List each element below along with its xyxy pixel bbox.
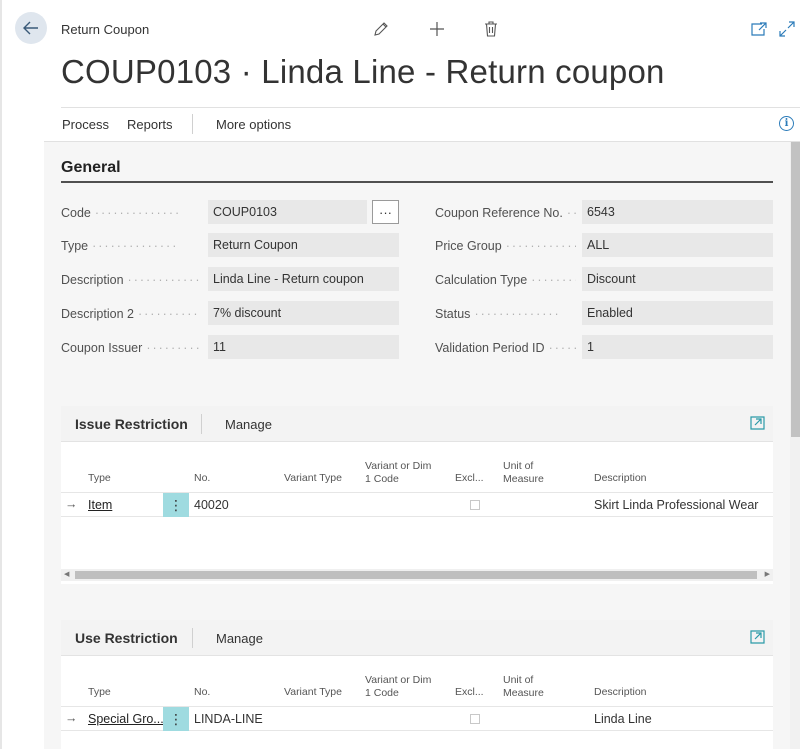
exclude-checkbox[interactable]: [470, 714, 480, 724]
part-header: Use Restriction Manage: [61, 620, 773, 656]
cell-no[interactable]: LINDA-LINE: [194, 712, 263, 726]
pencil-icon[interactable]: [370, 18, 392, 40]
cell-type[interactable]: Special Gro...: [88, 712, 164, 726]
column-header-excl[interactable]: Excl...: [455, 686, 484, 699]
issue-restriction-part: Issue Restriction Manage Type No. Varian…: [61, 406, 773, 584]
field-coupon-reference-no[interactable]: 6543: [582, 200, 773, 224]
use-restriction-part: Use Restriction Manage Type No. Variant …: [61, 620, 773, 749]
horizontal-scrollbar[interactable]: ◀ ▶: [61, 569, 773, 581]
column-header-no[interactable]: No.: [194, 686, 210, 699]
column-header-unit-of-measure[interactable]: Unit of Measure: [503, 460, 544, 486]
part-separator: [192, 628, 193, 648]
cell-no[interactable]: 40020: [194, 498, 229, 512]
field-description-2[interactable]: 7% discount: [208, 301, 399, 325]
column-header-variant-type[interactable]: Variant Type: [284, 472, 342, 485]
field-label-type: Type ··············: [61, 239, 179, 253]
cell-description[interactable]: Linda Line: [594, 712, 652, 726]
open-in-new-window-icon[interactable]: [750, 415, 765, 430]
field-label-coupon-reference-no: Coupon Reference No.··············: [435, 206, 576, 220]
field-label-calculation-type: Calculation Type··············: [435, 273, 576, 287]
column-header-description[interactable]: Description: [594, 472, 647, 485]
part-separator: [201, 414, 202, 434]
section-underline: [61, 181, 773, 183]
horizontal-scrollbar-thumb[interactable]: [75, 571, 757, 579]
field-price-group[interactable]: ALL: [582, 233, 773, 257]
part-title[interactable]: Use Restriction: [75, 630, 178, 646]
manage-button[interactable]: Manage: [225, 417, 272, 432]
plus-icon[interactable]: [426, 18, 448, 40]
menu-more-options[interactable]: More options: [216, 117, 291, 132]
field-label-description-2: Description 2··············: [61, 307, 201, 321]
exclude-checkbox[interactable]: [470, 500, 480, 510]
field-label-description: Description··············: [61, 273, 201, 287]
column-header-description[interactable]: Description: [594, 686, 647, 699]
field-type[interactable]: Return Coupon: [208, 233, 399, 257]
column-header-type[interactable]: Type: [88, 472, 111, 485]
menu-process[interactable]: Process: [62, 117, 109, 132]
field-validation-period-id[interactable]: 1: [582, 335, 773, 359]
column-header-variant-type[interactable]: Variant Type: [284, 686, 342, 699]
trash-icon[interactable]: [480, 18, 502, 40]
row-selected-arrow-icon: →: [65, 711, 78, 725]
column-header-unit-of-measure[interactable]: Unit of Measure: [503, 674, 544, 700]
field-description[interactable]: Linda Line - Return coupon: [208, 267, 399, 291]
field-code[interactable]: COUP0103: [208, 200, 367, 224]
field-label-coupon-issuer: Coupon Issuer··············: [61, 341, 201, 355]
section-title-general[interactable]: General: [61, 159, 121, 177]
column-header-variant-or-dim[interactable]: Variant or Dim 1 Code: [365, 460, 431, 486]
row-actions-button[interactable]: ⋮: [163, 707, 189, 731]
cell-description[interactable]: Skirt Linda Professional Wear: [594, 498, 758, 512]
scroll-left-icon[interactable]: ◀: [64, 570, 69, 578]
table-row[interactable]: → Special Gro... ⋮ LINDA-LINE Linda Line: [61, 706, 773, 731]
field-label-price-group: Price Group··············: [435, 239, 576, 253]
open-in-new-window-icon[interactable]: [748, 18, 770, 40]
cell-type[interactable]: Item: [88, 498, 112, 512]
field-status[interactable]: Enabled: [582, 301, 773, 325]
part-header: Issue Restriction Manage: [61, 406, 773, 442]
expand-icon[interactable]: [776, 18, 798, 40]
scroll-right-icon[interactable]: ▶: [765, 570, 770, 578]
field-label-validation-period-id: Validation Period ID··············: [435, 341, 576, 355]
code-assist-button[interactable]: ···: [372, 200, 399, 224]
column-header-variant-or-dim[interactable]: Variant or Dim 1 Code: [365, 674, 431, 700]
part-title[interactable]: Issue Restriction: [75, 416, 188, 432]
breadcrumb: Return Coupon: [61, 22, 150, 37]
row-actions-button[interactable]: ⋮: [163, 493, 189, 517]
back-button[interactable]: [15, 12, 47, 44]
arrow-left-icon: [23, 21, 38, 35]
field-label-code: Code ··············: [61, 206, 182, 220]
vertical-scrollbar-thumb[interactable]: [791, 142, 800, 437]
info-icon[interactable]: i: [779, 116, 794, 131]
column-header-excl[interactable]: Excl...: [455, 472, 484, 485]
page-title: COUP0103 · Linda Line - Return coupon: [61, 53, 665, 90]
manage-button[interactable]: Manage: [216, 631, 263, 646]
field-calculation-type[interactable]: Discount: [582, 267, 773, 291]
column-header-type[interactable]: Type: [88, 686, 111, 699]
field-coupon-issuer[interactable]: 11: [208, 335, 399, 359]
divider: [61, 107, 800, 108]
open-in-new-window-icon[interactable]: [750, 629, 765, 644]
row-selected-arrow-icon: →: [65, 497, 78, 511]
column-header-no[interactable]: No.: [194, 472, 210, 485]
left-rail: [0, 0, 2, 749]
menu-reports[interactable]: Reports: [127, 117, 173, 132]
menu-separator: [192, 114, 193, 134]
field-label-status: Status ··············: [435, 307, 561, 321]
table-row[interactable]: → Item ⋮ 40020 Skirt Linda Professional …: [61, 492, 773, 517]
